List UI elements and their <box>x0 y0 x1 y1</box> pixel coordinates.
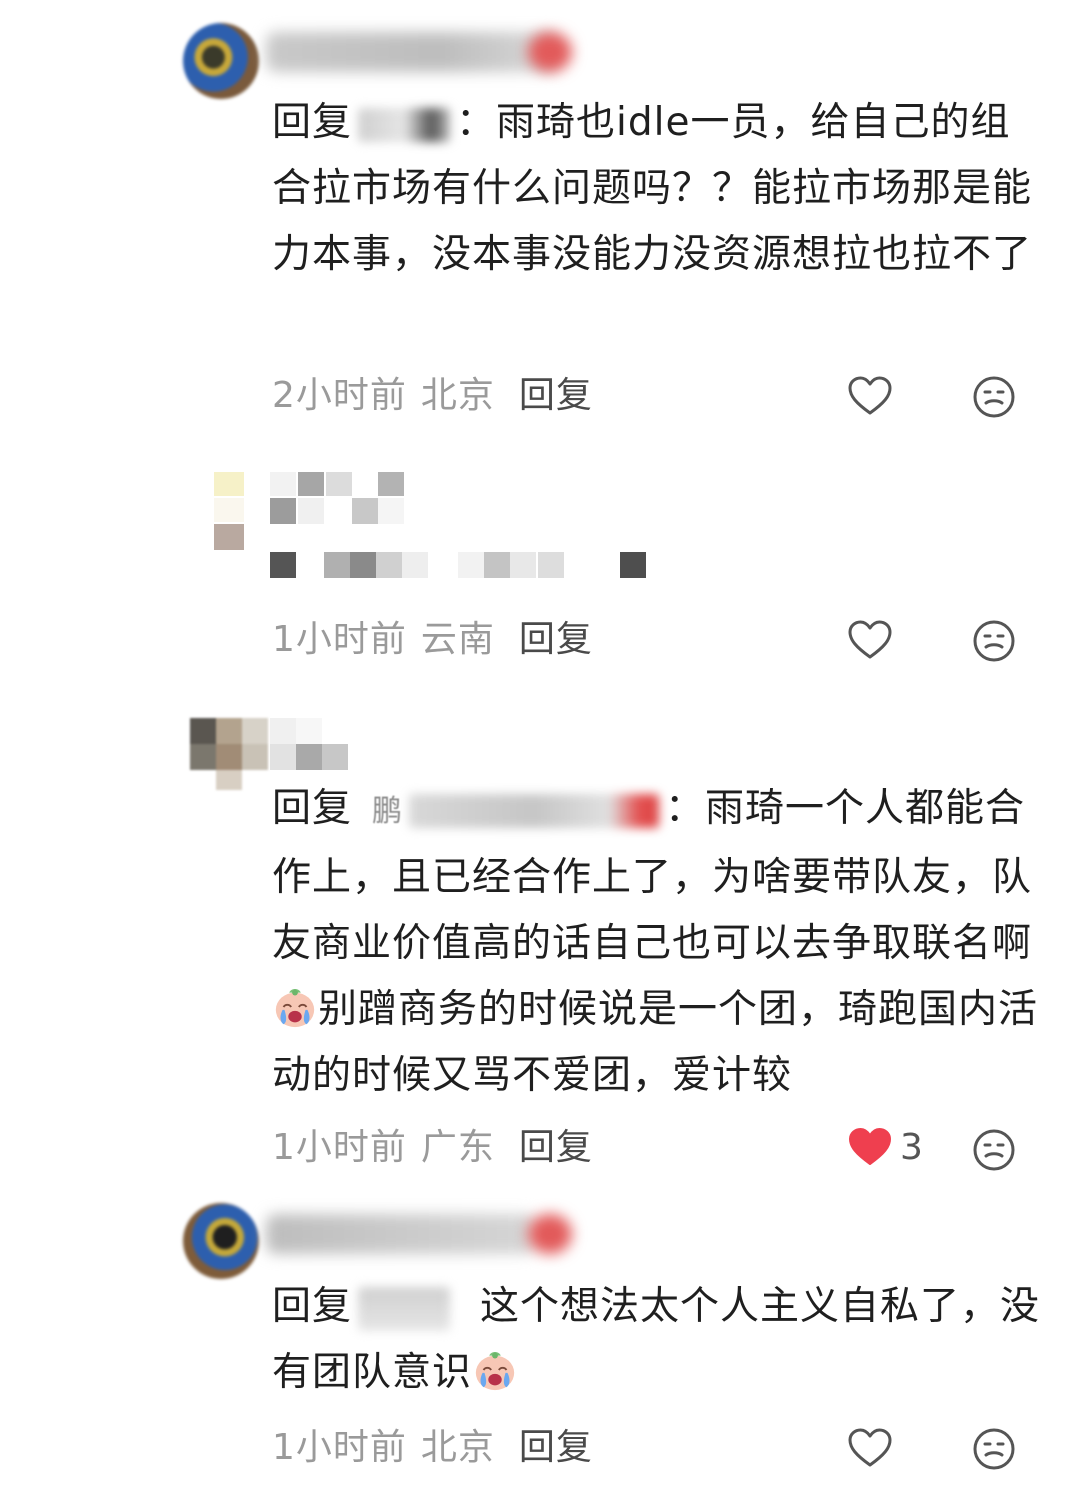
mention-blurred[interactable] <box>358 1286 451 1331</box>
reply-prefix: 回复 <box>272 1284 353 1329</box>
reply-button[interactable]: 回复 <box>519 1127 593 1168</box>
avatar-pixelated[interactable] <box>190 718 270 798</box>
mention-separator: ： <box>456 100 497 145</box>
username-pixelated[interactable] <box>270 472 410 528</box>
username-badge-blurred <box>528 1214 572 1254</box>
comment-time: 1小时前 <box>272 1127 407 1168</box>
reply-button[interactable]: 回复 <box>519 375 593 416</box>
avatar[interactable] <box>183 23 259 99</box>
mention-separator: ： <box>665 786 706 831</box>
reply-button[interactable]: 回复 <box>519 1427 593 1468</box>
comment-time: 2小时前 <box>272 375 407 416</box>
comment-time: 1小时前 <box>272 619 407 660</box>
mention-blurred[interactable] <box>358 107 451 142</box>
heart-icon[interactable] <box>846 1425 894 1473</box>
comment-meta: 1小时前 云南 回复 <box>272 616 593 664</box>
heart-icon[interactable] <box>846 373 894 421</box>
heart-filled-icon[interactable] <box>846 1124 894 1172</box>
dislike-face-icon[interactable] <box>970 1126 1018 1174</box>
dislike-face-icon[interactable] <box>970 617 1018 665</box>
username-pixelated[interactable] <box>270 718 360 774</box>
username-badge-blurred <box>528 32 572 72</box>
heart-icon[interactable] <box>846 617 894 665</box>
crying-emoji-icon <box>472 1347 518 1393</box>
comment-text-continued: 别蹭商务的时候说是一个团，琦跑国内活动的时候又骂不爱团，爱计较 <box>272 987 1039 1098</box>
comment-location: 北京 <box>420 1427 495 1468</box>
comment-body: 回复 ：雨琦也idle一员，给自己的组合拉市场有什么问题吗？？能拉市场那是能力本事… <box>272 90 1042 288</box>
avatar-pixelated[interactable] <box>214 472 246 556</box>
comment-location: 云南 <box>420 619 495 660</box>
mention-blurred[interactable] <box>409 793 660 828</box>
crying-emoji-icon <box>272 984 318 1030</box>
comment-meta: 1小时前 北京 回复 <box>272 1424 593 1472</box>
reply-prefix: 回复 <box>272 786 353 831</box>
comment-time: 1小时前 <box>272 1427 407 1468</box>
avatar[interactable] <box>183 1203 259 1279</box>
like-count: 3 <box>900 1127 923 1168</box>
comment-body: 回复 这个想法太个人主义自私了，没有团队意识 <box>272 1274 1042 1406</box>
comment-location: 北京 <box>420 375 495 416</box>
username-blurred[interactable] <box>266 32 556 72</box>
comment-text-pixelated <box>270 552 660 582</box>
comment-location: 广东 <box>420 1127 495 1168</box>
reply-prefix: 回复 <box>272 100 353 145</box>
comment-meta: 2小时前 北京 回复 <box>272 372 593 420</box>
comment-meta: 1小时前 广东 回复 <box>272 1124 593 1172</box>
username-blurred[interactable] <box>266 1214 536 1254</box>
comment-body: 回复鹏：雨琦一个人都能合作上，且已经合作上了，为啥要带队友，队友商业价值高的话自… <box>272 776 1042 1109</box>
reply-button[interactable]: 回复 <box>519 619 593 660</box>
dislike-face-icon[interactable] <box>970 373 1018 421</box>
mention-visible[interactable]: 鹏 <box>372 794 403 829</box>
dislike-face-icon[interactable] <box>970 1425 1018 1473</box>
